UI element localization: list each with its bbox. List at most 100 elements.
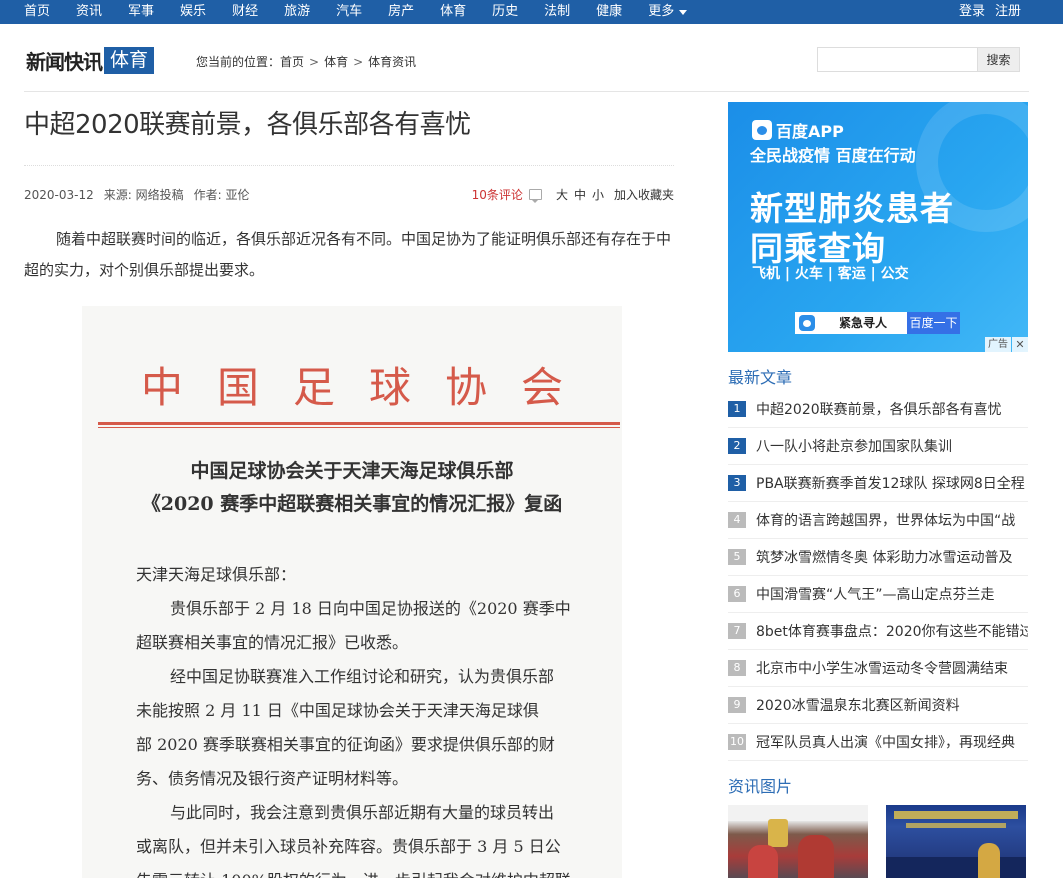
nav-item-news[interactable]: 资讯 xyxy=(76,0,102,24)
comment-icon[interactable] xyxy=(528,189,542,203)
document-line: 未能按照 2 月 11 日《中国足球协会关于天津天海足球俱 xyxy=(136,701,539,720)
document-line: 经中国足协联赛准入工作组讨论和研究，认为贵俱乐部 xyxy=(170,667,555,686)
breadcrumb-sports-news[interactable]: 体育资讯 xyxy=(368,53,416,70)
letterhead-rule-thin xyxy=(98,427,620,428)
latest-article-link[interactable]: 冠军队员真人出演《中国女排》，再现经典 xyxy=(756,732,1028,752)
site-logo[interactable]: 新闻快讯 体育 xyxy=(26,47,155,74)
top-nav-bar: 首页 资讯 军事 娱乐 财经 旅游 汽车 房产 体育 历史 法制 健康 更多 登… xyxy=(0,0,1063,24)
font-size-medium-button[interactable]: 中 xyxy=(574,186,586,203)
nav-item-realestate[interactable]: 房产 xyxy=(388,0,414,24)
ad-label[interactable]: 广告 xyxy=(985,337,1011,352)
ad-search-button[interactable]: 百度一下 xyxy=(907,312,960,334)
rank-badge: 1 xyxy=(728,401,746,417)
login-link[interactable]: 登录 xyxy=(959,0,985,24)
latest-article-item[interactable]: 1 中超2020联赛前景，各俱乐部各有喜忧 xyxy=(728,391,1028,428)
rank-badge: 8 xyxy=(728,660,746,676)
logo-channel-tag: 体育 xyxy=(104,47,155,74)
chevron-down-icon xyxy=(679,9,688,15)
thumbnail-banner xyxy=(728,805,868,821)
news-pictures-title: 资讯图片 xyxy=(728,777,793,796)
latest-article-item[interactable]: 10 冠军队员真人出演《中国女排》，再现经典 xyxy=(728,724,1028,761)
latest-article-item[interactable]: 5 筑梦冰雪燃情冬奥 体彩助力冰雪运动普及 xyxy=(728,539,1028,576)
document-body: 天津天海足球俱乐部： 贵俱乐部于 2 月 18 日向中国足协报送的《2020 赛季… xyxy=(136,558,588,878)
font-size-large-button[interactable]: 大 xyxy=(556,186,568,203)
latest-article-link[interactable]: 8bet体育赛事盘点：2020你有这些不能错过 xyxy=(756,621,1028,641)
document-image: 中国足球协会 中国足球协会关于天津天海足球俱乐部 《2020 赛季中超联赛相关事… xyxy=(82,306,622,878)
logo-text: 新闻快讯 xyxy=(26,50,103,74)
document-line: 天津天海足球俱乐部： xyxy=(136,565,297,584)
nav-item-military[interactable]: 军事 xyxy=(128,0,154,24)
latest-article-link[interactable]: 中超2020联赛前景，各俱乐部各有喜忧 xyxy=(756,399,1028,419)
document-line: 或离队，但并未引入球员补充阵容。贵俱乐部于 3 月 5 日公 xyxy=(136,837,561,856)
person-figure xyxy=(798,835,834,878)
latest-article-link[interactable]: 2020冰雪温泉东北赛区新闻资料 xyxy=(756,695,1028,715)
article-source: 来源: 网络投稿 xyxy=(103,188,184,202)
baidu-ad-banner[interactable]: 百度APP 全民战疫情 百度在行动 新型肺炎患者 同乘查询 飞机 | 火车 | … xyxy=(728,102,1028,352)
auth-links: 登录 注册 xyxy=(949,0,1021,24)
nav-item-health[interactable]: 健康 xyxy=(596,0,622,24)
breadcrumb: 您当前的位置： 首页 > 体育 > 体育资讯 xyxy=(196,53,416,70)
search-button[interactable]: 搜索 xyxy=(978,47,1020,72)
comment-count-link[interactable]: 10条评论 xyxy=(472,186,523,203)
article-meta: 2020-03-12 来源: 网络投稿 作者: 亚伦 10条评论 大 中 小 加… xyxy=(24,186,674,203)
nav-item-travel[interactable]: 旅游 xyxy=(284,0,310,24)
nav-item-sports[interactable]: 体育 xyxy=(440,0,466,24)
document-title-line2: 《2020 赛季中超联赛相关事宜的情况汇报》复函 xyxy=(141,493,563,515)
article-tools: 10条评论 大 中 小 加入收藏夹 xyxy=(472,186,674,203)
ad-brand-label: 百度APP xyxy=(776,122,844,141)
latest-article-item[interactable]: 3 PBA联赛新赛季首发12球队 探球网8日全程 xyxy=(728,465,1028,502)
latest-article-item[interactable]: 7 8bet体育赛事盘点：2020你有这些不能错过 xyxy=(728,613,1028,650)
add-favorite-link[interactable]: 加入收藏夹 xyxy=(614,186,674,203)
article-date: 2020-03-12 xyxy=(24,187,94,202)
document-line: 超联赛相关事宜的情况汇报》已收悉。 xyxy=(136,633,409,652)
news-picture-thumbnail[interactable] xyxy=(886,805,1026,878)
close-icon[interactable]: ✕ xyxy=(1012,337,1028,352)
rank-badge: 6 xyxy=(728,586,746,602)
article-paragraph: 随着中超联赛时间的临近，各俱乐部近况各有不同。中国足协为了能证明俱乐部还有存在于… xyxy=(24,230,672,279)
latest-article-item[interactable]: 2 八一队小将赴京参加国家队集训 xyxy=(728,428,1028,465)
register-link[interactable]: 注册 xyxy=(995,0,1021,24)
latest-article-link[interactable]: 筑梦冰雪燃情冬奥 体彩助力冰雪运动普及 xyxy=(756,547,1028,567)
ad-search-field[interactable]: 紧急寻人 xyxy=(819,312,907,334)
trophy-icon xyxy=(978,843,1000,878)
rank-badge: 5 xyxy=(728,549,746,565)
main-nav: 首页 资讯 军事 娱乐 财经 旅游 汽车 房产 体育 历史 法制 健康 更多 xyxy=(24,0,713,24)
ad-brand: 百度APP xyxy=(752,118,844,142)
trophy-icon xyxy=(768,819,788,847)
nav-item-entertainment[interactable]: 娱乐 xyxy=(180,0,206,24)
latest-articles-title: 最新文章 xyxy=(728,368,793,387)
nav-more-menu[interactable]: 更多 xyxy=(648,0,688,24)
latest-article-item[interactable]: 4 体育的语言跨越国界，世界体坛为中国“战 xyxy=(728,502,1028,539)
baidu-paw-icon xyxy=(799,315,815,331)
latest-article-item[interactable]: 8 北京市中小学生冰雪运动冬令营圆满结束 xyxy=(728,650,1028,687)
article-title: 中超2020联赛前景，各俱乐部各有喜忧 xyxy=(24,110,471,140)
search-input[interactable] xyxy=(817,47,978,72)
font-size-small-button[interactable]: 小 xyxy=(592,186,604,203)
nav-item-history[interactable]: 历史 xyxy=(492,0,518,24)
person-figure xyxy=(748,845,778,878)
rank-badge: 4 xyxy=(728,512,746,528)
header-divider xyxy=(24,91,1029,92)
latest-article-link[interactable]: 中国滑雪赛“人气王”—高山定点芬兰走 xyxy=(756,584,1028,604)
document-line: 与此同时，我会注意到贵俱乐部近期有大量的球员转出 xyxy=(170,803,555,822)
latest-article-link[interactable]: 八一队小将赴京参加国家队集训 xyxy=(756,436,1028,456)
nav-item-law[interactable]: 法制 xyxy=(544,0,570,24)
nav-item-auto[interactable]: 汽车 xyxy=(336,0,362,24)
latest-article-link[interactable]: 北京市中小学生冰雪运动冬令营圆满结束 xyxy=(756,658,1028,678)
baidu-paw-icon xyxy=(752,120,772,140)
breadcrumb-sports[interactable]: 体育 xyxy=(324,53,348,70)
nav-item-finance[interactable]: 财经 xyxy=(232,0,258,24)
document-letterhead: 中国足球协会 xyxy=(140,363,597,412)
breadcrumb-label: 您当前的位置： xyxy=(196,55,281,69)
news-picture-thumbnail[interactable] xyxy=(728,805,868,878)
latest-article-link[interactable]: PBA联赛新赛季首发12球队 探球网8日全程 xyxy=(756,473,1028,493)
nav-item-home[interactable]: 首页 xyxy=(24,0,50,24)
ad-transport-modes: 飞机 | 火车 | 客运 | 公交 xyxy=(752,266,909,282)
latest-article-item[interactable]: 6 中国滑雪赛“人气王”—高山定点芬兰走 xyxy=(728,576,1028,613)
latest-articles-list: 1 中超2020联赛前景，各俱乐部各有喜忧 2 八一队小将赴京参加国家队集训 3 PBA联… xyxy=(728,391,1028,761)
latest-article-item[interactable]: 9 2020冰雪温泉东北赛区新闻资料 xyxy=(728,687,1028,724)
breadcrumb-separator-icon: > xyxy=(309,54,320,69)
breadcrumb-separator-icon: > xyxy=(353,54,364,69)
breadcrumb-home[interactable]: 首页 xyxy=(280,53,304,70)
latest-article-link[interactable]: 体育的语言跨越国界，世界体坛为中国“战 xyxy=(756,510,1028,530)
